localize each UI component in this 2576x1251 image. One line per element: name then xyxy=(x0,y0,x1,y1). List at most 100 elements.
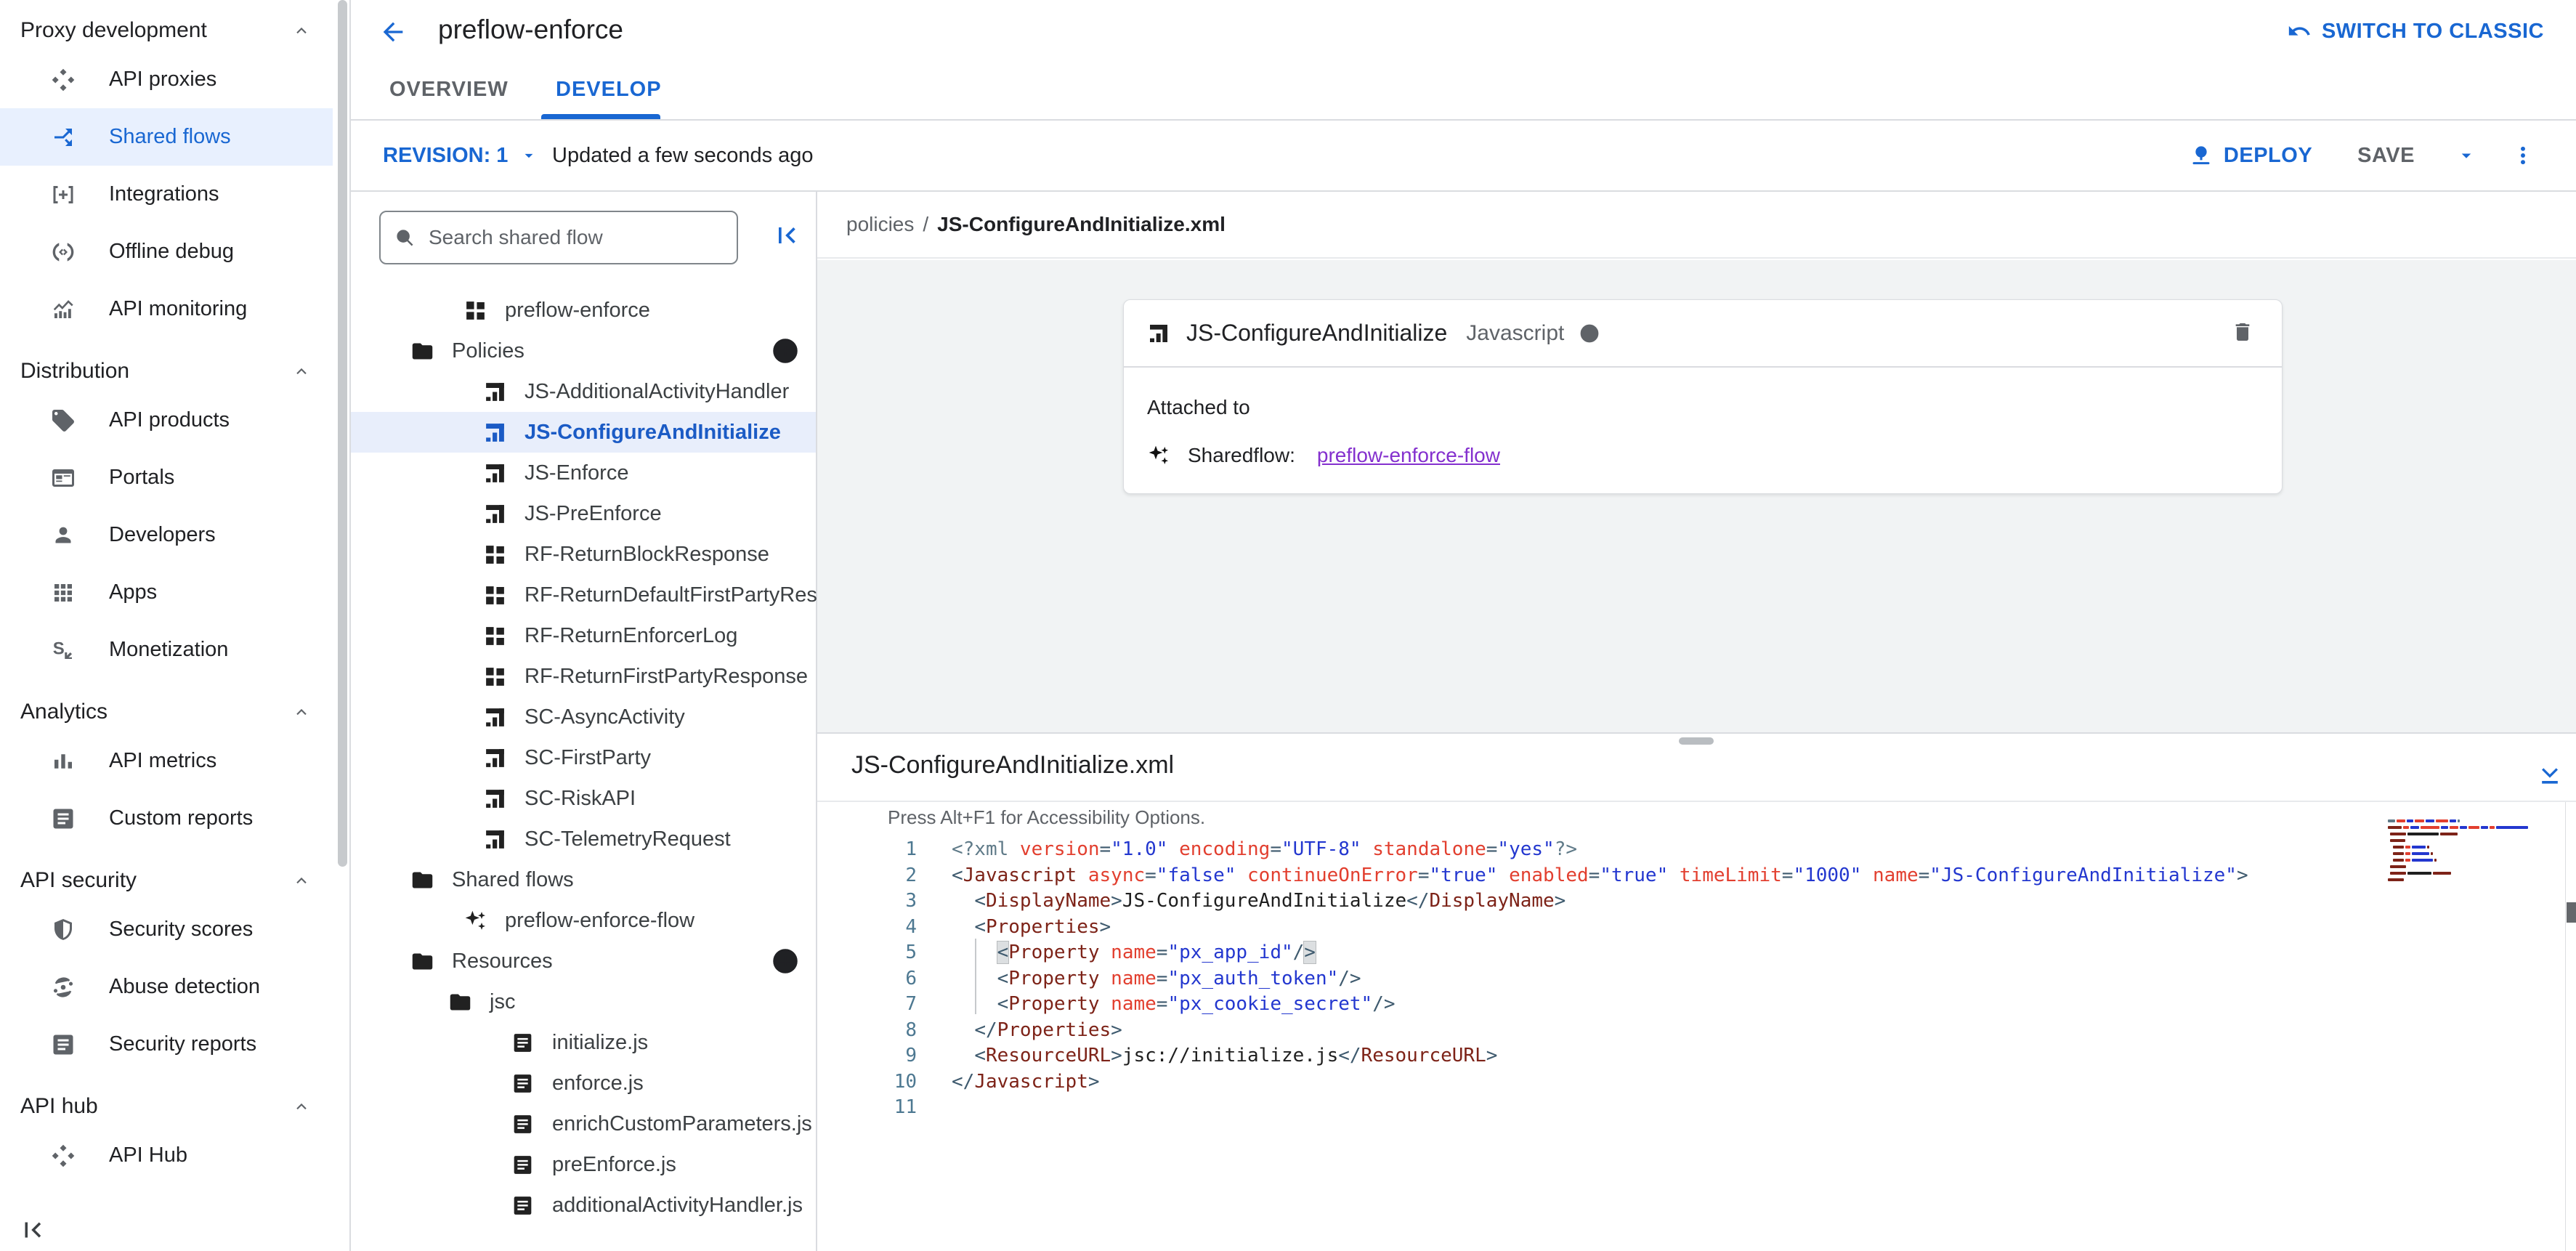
search-input[interactable] xyxy=(427,225,721,250)
tree-item-rf-returndefaultfirstpartyresponse[interactable]: RF-ReturnDefaultFirstPartyResponse xyxy=(351,575,816,615)
sidebar-item-api-proxies[interactable]: API proxies xyxy=(0,51,333,108)
breadcrumb: policies / JS-ConfigureAndInitialize.xml xyxy=(817,192,2576,259)
sidebar-section-analytics: AnalyticsAPI metricsCustom reports xyxy=(0,692,333,847)
undo-arrow-icon xyxy=(2287,19,2312,44)
save-dropdown-caret[interactable] xyxy=(2455,145,2477,166)
sidebar-section-header-api-hub[interactable]: API hub xyxy=(0,1086,333,1127)
sidebar-item-apps[interactable]: Apps xyxy=(0,564,333,621)
tree-item-jsc[interactable]: jsc xyxy=(351,981,816,1022)
sidebar-section-label: API hub xyxy=(20,1094,98,1119)
sidebar-section-label: API security xyxy=(20,868,137,893)
sidebar-section-header-api-security[interactable]: API security xyxy=(0,860,333,901)
policy-icon xyxy=(483,502,507,526)
collapse-tree-panel-icon[interactable] xyxy=(771,219,803,251)
more-options-kebab[interactable] xyxy=(2511,143,2535,168)
code-minimap[interactable] xyxy=(2388,819,2540,885)
tree-item-enforce-js[interactable]: enforce.js xyxy=(351,1063,816,1104)
tree-item-preflow-enforce[interactable]: preflow-enforce xyxy=(351,290,816,331)
tree-item-policies[interactable]: Policies xyxy=(351,331,816,371)
tree-item-label: SC-RiskAPI xyxy=(524,787,636,811)
chevron-up-icon xyxy=(292,1097,311,1116)
sidebar-nav: Proxy developmentAPI proxiesShared flows… xyxy=(0,0,351,1251)
minimap-line xyxy=(2390,839,2540,843)
file-icon xyxy=(511,1072,535,1096)
sidebar-item-custom-reports[interactable]: Custom reports xyxy=(0,790,333,847)
policy-icon xyxy=(483,746,507,770)
tab-overview[interactable]: OVERVIEW xyxy=(389,78,509,102)
tree-item-sc-asyncactivity[interactable]: SC-AsyncActivity xyxy=(351,697,816,737)
deploy-button[interactable]: DEPLOY xyxy=(2189,143,2312,168)
tree-item-js-additionalactivityhandler[interactable]: JS-AdditionalActivityHandler xyxy=(351,371,816,412)
tree-item-rf-returnblockresponse[interactable]: RF-ReturnBlockResponse xyxy=(351,534,816,575)
tree-item-js-configureandinitialize[interactable]: JS-ConfigureAndInitialize xyxy=(351,412,816,453)
sidebar-item-api-metrics[interactable]: API metrics xyxy=(0,732,333,790)
policy-icon xyxy=(483,461,507,485)
sidebar-item-shared-flows[interactable]: Shared flows xyxy=(0,108,333,166)
sidebar-item-developers[interactable]: Developers xyxy=(0,506,333,564)
sidebar-item-security-reports[interactable]: Security reports xyxy=(0,1016,333,1073)
flow-explorer-panel: preflow-enforce PoliciesJS-AdditionalActi… xyxy=(351,192,817,1251)
add-policies-button[interactable] xyxy=(771,336,800,365)
sidebar-item-label: Security scores xyxy=(109,918,253,942)
code-line-text: <Javascript async="false" continueOnErro… xyxy=(917,863,2248,889)
code-line-text: <Properties> xyxy=(917,915,1111,941)
integrations-icon xyxy=(49,181,77,208)
revision-selector[interactable]: REVISION: 1 xyxy=(383,121,538,190)
sidebar-item-portals[interactable]: Portals xyxy=(0,449,333,506)
tree-item-preflow-enforce-flow[interactable]: preflow-enforce-flow xyxy=(351,900,816,941)
delete-policy-icon[interactable] xyxy=(2231,320,2254,344)
editor-scrollbar-thumb[interactable] xyxy=(2567,902,2576,923)
tree-item-label: preEnforce.js xyxy=(552,1153,676,1177)
sidebar-section-header-analytics[interactable]: Analytics xyxy=(0,692,333,732)
breadcrumb-parent[interactable]: policies xyxy=(846,213,914,236)
back-button[interactable] xyxy=(377,16,409,48)
tree-item-label: preflow-enforce xyxy=(505,299,650,323)
tree-item-sc-firstparty[interactable]: SC-FirstParty xyxy=(351,737,816,778)
tree-item-rf-returnenforcerlog[interactable]: RF-ReturnEnforcerLog xyxy=(351,615,816,656)
tree-item-sc-riskapi[interactable]: SC-RiskAPI xyxy=(351,778,816,819)
updated-status: Updated a few seconds ago xyxy=(552,121,814,190)
tree-item-additionalactivityhandler-js[interactable]: additionalActivityHandler.js xyxy=(351,1185,816,1226)
sidebar-section-header-proxy-development[interactable]: Proxy development xyxy=(0,10,333,51)
developers-icon xyxy=(49,522,77,549)
sharedflow-link[interactable]: preflow-enforce-flow xyxy=(1317,444,1500,467)
tree-item-shared-flows[interactable]: Shared flows xyxy=(351,859,816,900)
tree-item-sc-telemetryrequest[interactable]: SC-TelemetryRequest xyxy=(351,819,816,859)
sidebar-item-api-products[interactable]: API products xyxy=(0,392,333,449)
tree-item-initialize-js[interactable]: initialize.js xyxy=(351,1022,816,1063)
switch-to-classic-label: SWITCH TO CLASSIC xyxy=(2322,20,2544,44)
folder-icon xyxy=(410,950,434,973)
line-number: 10 xyxy=(817,1069,917,1096)
tree-item-preenforce-js[interactable]: preEnforce.js xyxy=(351,1144,816,1185)
tree-item-js-enforce[interactable]: JS-Enforce xyxy=(351,453,816,493)
tab-bar: OVERVIEW DEVELOP xyxy=(351,64,2576,119)
tree-item-js-preenforce[interactable]: JS-PreEnforce xyxy=(351,493,816,534)
tree-item-resources[interactable]: Resources xyxy=(351,941,816,981)
info-icon[interactable] xyxy=(1579,323,1600,344)
tree-item-rf-returnfirstpartyresponse[interactable]: RF-ReturnFirstPartyResponse xyxy=(351,656,816,697)
collapse-editor-icon[interactable] xyxy=(2535,758,2564,788)
sidebar-item-security-scores[interactable]: Security scores xyxy=(0,901,333,958)
sidebar-item-monetization[interactable]: SMonetization xyxy=(0,621,333,679)
api-metrics-icon xyxy=(49,748,77,775)
panel-resize-handle[interactable] xyxy=(1679,737,1714,745)
save-button[interactable]: SAVE xyxy=(2357,144,2415,168)
sidebar-item-api-monitoring[interactable]: API monitoring xyxy=(0,280,333,338)
tree-item-enrichcustomparameters-js[interactable]: enrichCustomParameters.js xyxy=(351,1104,816,1144)
api-products-icon xyxy=(49,407,77,434)
chevron-up-icon xyxy=(292,362,311,381)
sidebar-item-integrations[interactable]: Integrations xyxy=(0,166,333,223)
switch-to-classic-button[interactable]: SWITCH TO CLASSIC xyxy=(2287,19,2544,44)
sidebar-scrollbar[interactable] xyxy=(338,0,347,867)
attached-to-label: Attached to xyxy=(1147,396,1250,419)
tab-develop[interactable]: DEVELOP xyxy=(556,78,662,102)
sidebar-item-api-hub[interactable]: API Hub xyxy=(0,1127,333,1184)
sidebar-item-offline-debug[interactable]: Offline debug xyxy=(0,223,333,280)
sharedflow-sparkle-icon xyxy=(1147,444,1170,467)
collapse-sidebar-icon[interactable] xyxy=(17,1215,48,1245)
code-area[interactable]: 1<?xml version="1.0" encoding="UTF-8" st… xyxy=(817,837,2474,1121)
add-resources-button[interactable] xyxy=(771,947,800,976)
line-number: 2 xyxy=(817,863,917,889)
sidebar-item-abuse-detection[interactable]: Abuse detection xyxy=(0,958,333,1016)
sidebar-section-header-distribution[interactable]: Distribution xyxy=(0,351,333,392)
